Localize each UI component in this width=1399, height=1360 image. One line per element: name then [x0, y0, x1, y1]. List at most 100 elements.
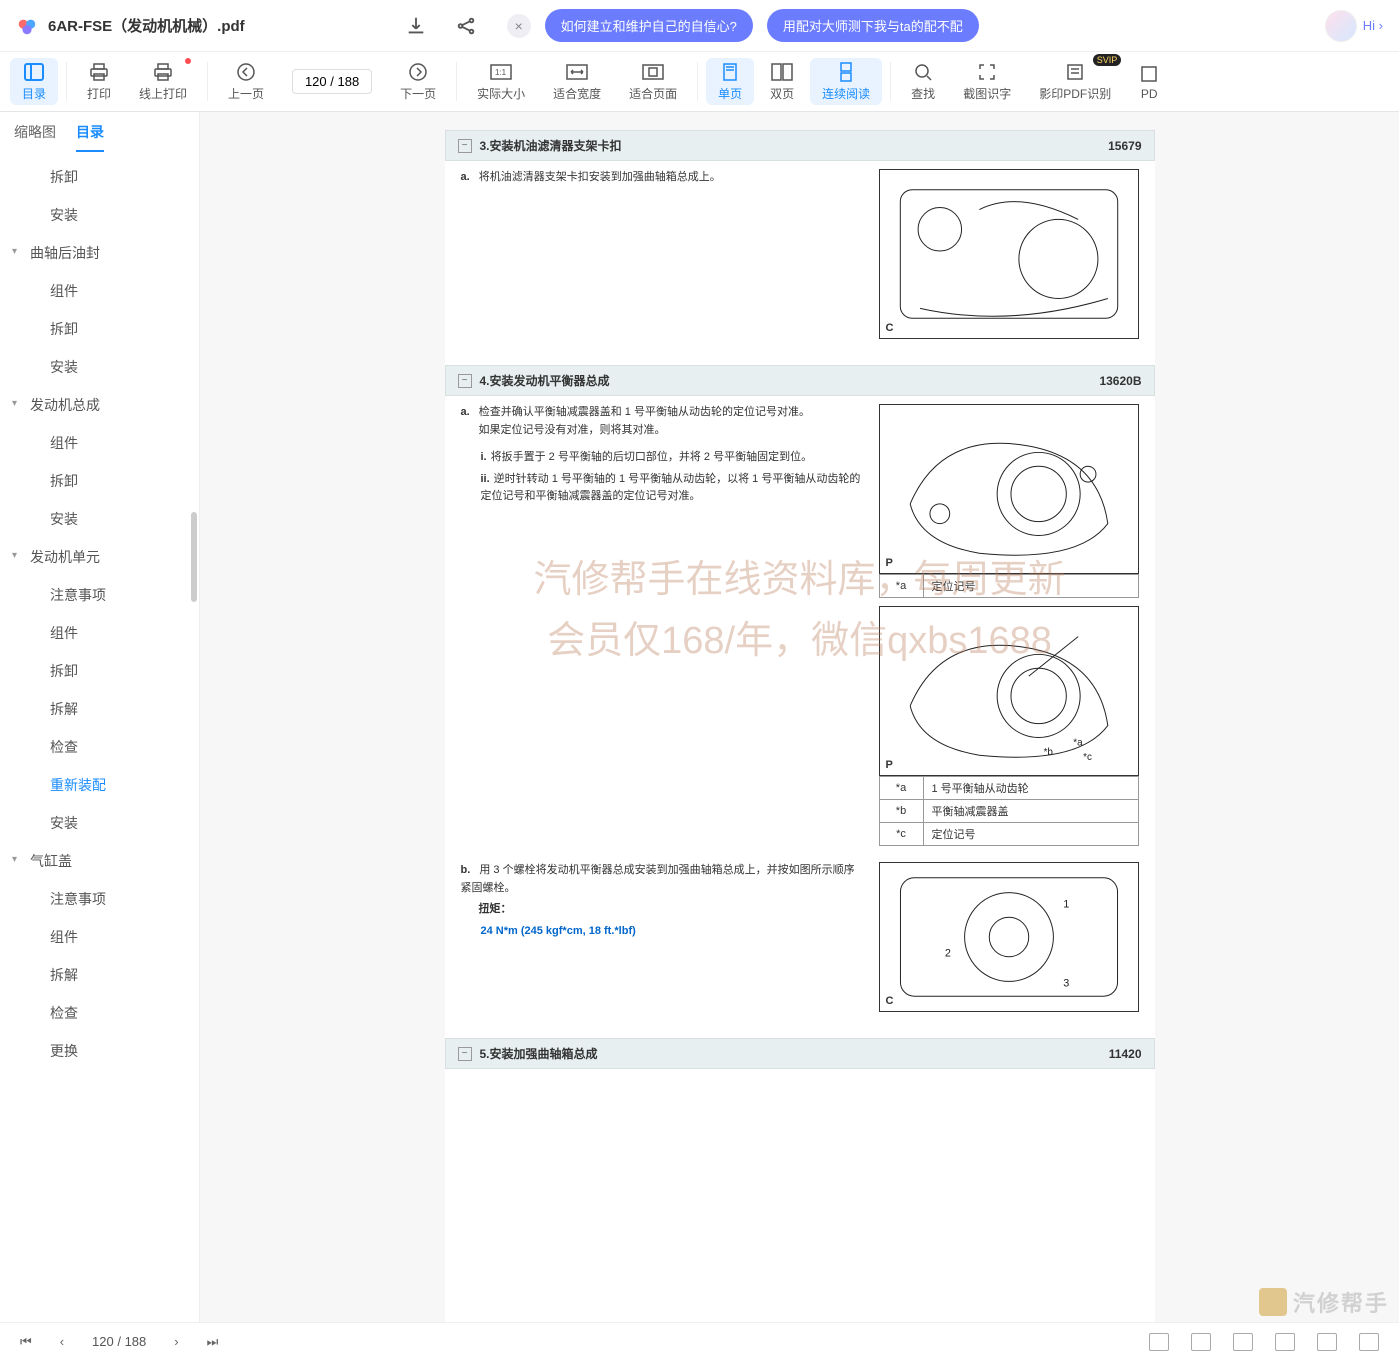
download-icon[interactable]: [405, 15, 427, 37]
page-number-input[interactable]: [292, 69, 372, 94]
outline-item[interactable]: 组件: [0, 272, 199, 310]
next-page-button[interactable]: 下一页: [386, 52, 450, 111]
outline-label: 组件: [50, 283, 78, 299]
outline-item[interactable]: 安装: [0, 196, 199, 234]
fit-page-button[interactable]: 适合页面: [615, 52, 691, 111]
suggestion-pills: × 如何建立和维护自己的自信心? 用配对大师测下我与ta的配不配: [507, 9, 979, 42]
double-page-button[interactable]: 双页: [756, 52, 808, 111]
outline-item[interactable]: 拆解: [0, 956, 199, 994]
view-continuous-icon[interactable]: [1233, 1333, 1253, 1351]
outline-item[interactable]: ▾发动机总成: [0, 386, 199, 424]
bottom-bar: ⏮ ‹ 120 / 188 › ⏭: [0, 1322, 1399, 1360]
avatar-icon[interactable]: [1325, 10, 1357, 42]
outline-item[interactable]: 安装: [0, 348, 199, 386]
suggestion-pill-1[interactable]: 如何建立和维护自己的自信心?: [545, 9, 753, 42]
annotation-table: *a1 号平衡轴从动齿轮 *b平衡轴减震器盖 *c定位记号: [879, 776, 1139, 846]
suggestion-pill-2[interactable]: 用配对大师测下我与ta的配不配: [767, 9, 979, 42]
sub-step-i: i.将扳手置于 2 号平衡轴的后切口部位，并将 2 号平衡轴固定到位。: [481, 449, 863, 467]
outline-item[interactable]: 拆卸: [0, 158, 199, 196]
outline-item[interactable]: ▾发动机单元: [0, 538, 199, 576]
screenshot-ocr-button[interactable]: 截图识字: [949, 52, 1025, 111]
section-header-5: − 5.安装加强曲轴箱总成 11420: [445, 1038, 1155, 1069]
outline-item[interactable]: 重新装配: [0, 766, 199, 804]
collapse-icon[interactable]: −: [458, 1047, 472, 1061]
diagram-image: 123 C: [879, 862, 1139, 1012]
toc-button[interactable]: 目录: [10, 58, 58, 105]
document-viewport[interactable]: − 3.安装机油滤清器支架卡扣 15679 a. 将机油滤清器支架卡扣安装到加强…: [200, 112, 1399, 1322]
prev-page-icon[interactable]: ‹: [60, 1334, 64, 1349]
single-page-button[interactable]: 单页: [706, 58, 754, 105]
collapse-icon[interactable]: −: [458, 139, 472, 153]
outline-item[interactable]: 组件: [0, 918, 199, 956]
chevron-down-icon[interactable]: ▾: [12, 398, 17, 409]
app-logo-icon: [16, 15, 38, 37]
last-page-icon[interactable]: ⏭: [207, 1334, 219, 1350]
step-body: 用 3 个螺栓将发动机平衡器总成安装到加强曲轴箱总成上，并按如图所示顺序紧固螺栓…: [461, 864, 855, 894]
view-fit-icon[interactable]: [1317, 1333, 1337, 1351]
outline-item[interactable]: 拆卸: [0, 310, 199, 348]
next-page-icon[interactable]: ›: [174, 1334, 178, 1349]
view-double-icon[interactable]: [1191, 1333, 1211, 1351]
greeting-label[interactable]: Hi ›: [1363, 18, 1383, 33]
outline-item[interactable]: 拆卸: [0, 652, 199, 690]
section-code: 15679: [1108, 139, 1141, 153]
table-row: *a定位记号: [879, 575, 1138, 598]
step-body: 检查并确认平衡轴减震器盖和 1 号平衡轴从动齿轮的定位记号对准。: [479, 406, 810, 418]
search-button[interactable]: 查找: [897, 52, 949, 111]
outline-item[interactable]: 组件: [0, 614, 199, 652]
fit-width-button[interactable]: 适合宽度: [539, 52, 615, 111]
view-ratio-icon[interactable]: [1275, 1333, 1295, 1351]
outline-label: 检查: [50, 1005, 78, 1021]
outline-label: 组件: [50, 929, 78, 945]
outline-item[interactable]: 更换: [0, 1032, 199, 1070]
step-letter: a.: [461, 406, 470, 418]
outline-label: 拆卸: [50, 663, 78, 679]
outline-item[interactable]: 检查: [0, 728, 199, 766]
share-icon[interactable]: [455, 15, 477, 37]
collapse-icon[interactable]: −: [458, 374, 472, 388]
continuous-read-button[interactable]: 连续阅读: [810, 58, 882, 105]
outline-tree[interactable]: 拆卸安装▾曲轴后油封组件拆卸安装▾发动机总成组件拆卸安装▾发动机单元注意事项组件…: [0, 152, 199, 1322]
section-4-image2-row: *a*c*b P *a1 号平衡轴从动齿轮 *b平衡轴减震器盖 *c定位记号: [445, 606, 1155, 854]
outline-item[interactable]: 安装: [0, 804, 199, 842]
outline-item[interactable]: 检查: [0, 994, 199, 1032]
chevron-down-icon[interactable]: ▾: [12, 550, 17, 561]
outline-label: 气缸盖: [30, 853, 72, 869]
pdf-more-button[interactable]: PD: [1125, 52, 1173, 111]
document-page: − 3.安装机油滤清器支架卡扣 15679 a. 将机油滤清器支架卡扣安装到加强…: [445, 130, 1155, 1322]
svg-text:*c: *c: [1083, 752, 1092, 763]
outline-item[interactable]: 拆卸: [0, 462, 199, 500]
section-code: 13620B: [1099, 374, 1141, 388]
outline-item[interactable]: 注意事项: [0, 576, 199, 614]
first-page-icon[interactable]: ⏮: [20, 1334, 32, 1350]
chevron-down-icon[interactable]: ▾: [12, 246, 17, 257]
table-row: *a1 号平衡轴从动齿轮: [879, 777, 1138, 800]
section-title: 3.安装机油滤清器支架卡扣: [480, 137, 622, 154]
sidebar: 缩略图 目录 拆卸安装▾曲轴后油封组件拆卸安装▾发动机总成组件拆卸安装▾发动机单…: [0, 112, 200, 1322]
svg-text:1: 1: [1063, 898, 1069, 910]
tab-thumbnails[interactable]: 缩略图: [14, 122, 56, 152]
chevron-down-icon[interactable]: ▾: [12, 854, 17, 865]
outline-item[interactable]: 组件: [0, 424, 199, 462]
outline-item[interactable]: 注意事项: [0, 880, 199, 918]
actual-size-button[interactable]: 1:1 实际大小: [463, 52, 539, 111]
view-single-icon[interactable]: [1149, 1333, 1169, 1351]
section-header-4: − 4.安装发动机平衡器总成 13620B: [445, 365, 1155, 396]
brand-logo-icon: [1259, 1288, 1287, 1316]
outline-item[interactable]: 安装: [0, 500, 199, 538]
svip-badge: SVIP: [1093, 54, 1122, 66]
shadow-pdf-button[interactable]: SVIP 影印PDF识别: [1025, 52, 1125, 111]
close-suggestions-button[interactable]: ×: [507, 14, 531, 38]
tab-toc[interactable]: 目录: [76, 122, 104, 152]
torque-label: 扭矩：: [479, 901, 863, 919]
prev-page-button[interactable]: 上一页: [214, 52, 278, 111]
outline-item[interactable]: ▾ 气缸盖: [0, 842, 199, 880]
view-list-icon[interactable]: [1359, 1333, 1379, 1351]
print-button[interactable]: 打印: [73, 52, 125, 111]
svg-text:*b: *b: [1043, 747, 1053, 758]
outline-item[interactable]: 拆解: [0, 690, 199, 728]
online-print-button[interactable]: 线上打印: [125, 52, 201, 111]
outline-item[interactable]: ▾曲轴后油封: [0, 234, 199, 272]
outline-label: 注意事项: [50, 891, 106, 907]
bottom-nav: ⏮ ‹ 120 / 188 › ⏭: [20, 1334, 218, 1350]
